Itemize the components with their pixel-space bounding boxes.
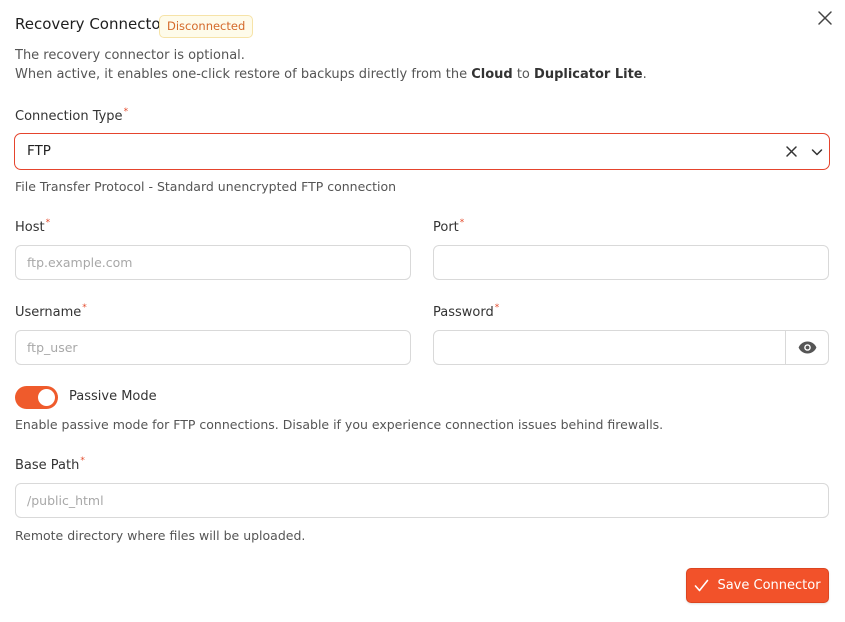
port-label: Port* xyxy=(433,218,465,235)
host-label-text: Host xyxy=(15,220,45,235)
check-icon xyxy=(695,579,709,592)
intro-line-2: When active, it enables one-click restor… xyxy=(15,67,647,82)
dialog-title: Recovery Connector xyxy=(15,15,167,33)
username-label: Username* xyxy=(15,303,87,320)
close-icon[interactable] xyxy=(816,9,834,27)
intro-cloud: Cloud xyxy=(471,67,513,82)
eye-icon xyxy=(798,341,816,354)
base-path-help: Remote directory where files will be upl… xyxy=(15,528,306,543)
intro-line-2-prefix: When active, it enables one-click restor… xyxy=(15,67,472,82)
clear-icon[interactable] xyxy=(785,145,798,158)
status-badge: Disconnected xyxy=(159,15,254,38)
save-connector-button[interactable]: Save Connector xyxy=(686,568,829,603)
connection-type-help: File Transfer Protocol - Standard unencr… xyxy=(15,179,397,194)
required-mark: * xyxy=(494,303,500,313)
base-path-label: Base Path* xyxy=(15,456,85,473)
password-label-text: Password xyxy=(433,305,494,320)
chevron-down-icon[interactable] xyxy=(810,145,824,159)
connection-type-select[interactable]: FTP xyxy=(14,133,830,170)
password-field xyxy=(433,330,829,365)
intro-suffix: . xyxy=(642,67,647,82)
intro-product: Duplicator Lite xyxy=(534,67,643,82)
host-input[interactable] xyxy=(16,246,410,279)
port-field xyxy=(433,245,829,280)
port-input[interactable] xyxy=(434,246,828,279)
toggle-knob xyxy=(38,389,55,406)
username-input[interactable] xyxy=(16,331,410,364)
connection-type-label: Connection Type* xyxy=(15,107,129,124)
required-mark: * xyxy=(45,218,51,228)
base-path-input[interactable] xyxy=(16,484,828,517)
password-input[interactable] xyxy=(434,331,786,364)
host-field xyxy=(15,245,411,280)
base-path-field xyxy=(15,483,829,518)
connection-type-value: FTP xyxy=(27,143,51,159)
show-password-button[interactable] xyxy=(785,331,828,364)
base-path-label-text: Base Path xyxy=(15,458,80,473)
username-label-text: Username xyxy=(15,305,82,320)
passive-mode-help: Enable passive mode for FTP connections.… xyxy=(15,417,664,432)
required-mark: * xyxy=(80,456,85,466)
intro-line-1: The recovery connector is optional. xyxy=(15,48,245,63)
connection-type-label-text: Connection Type xyxy=(15,109,123,124)
host-label: Host* xyxy=(15,218,51,235)
passive-mode-toggle[interactable] xyxy=(15,386,58,409)
save-connector-label: Save Connector xyxy=(717,578,821,593)
required-mark: * xyxy=(82,303,87,313)
required-mark: * xyxy=(123,107,129,117)
passive-mode-label: Passive Mode xyxy=(69,389,157,404)
username-field xyxy=(15,330,411,365)
required-mark: * xyxy=(459,218,465,228)
intro-to: to xyxy=(512,67,535,82)
port-label-text: Port xyxy=(433,220,459,235)
password-label: Password* xyxy=(433,303,500,320)
